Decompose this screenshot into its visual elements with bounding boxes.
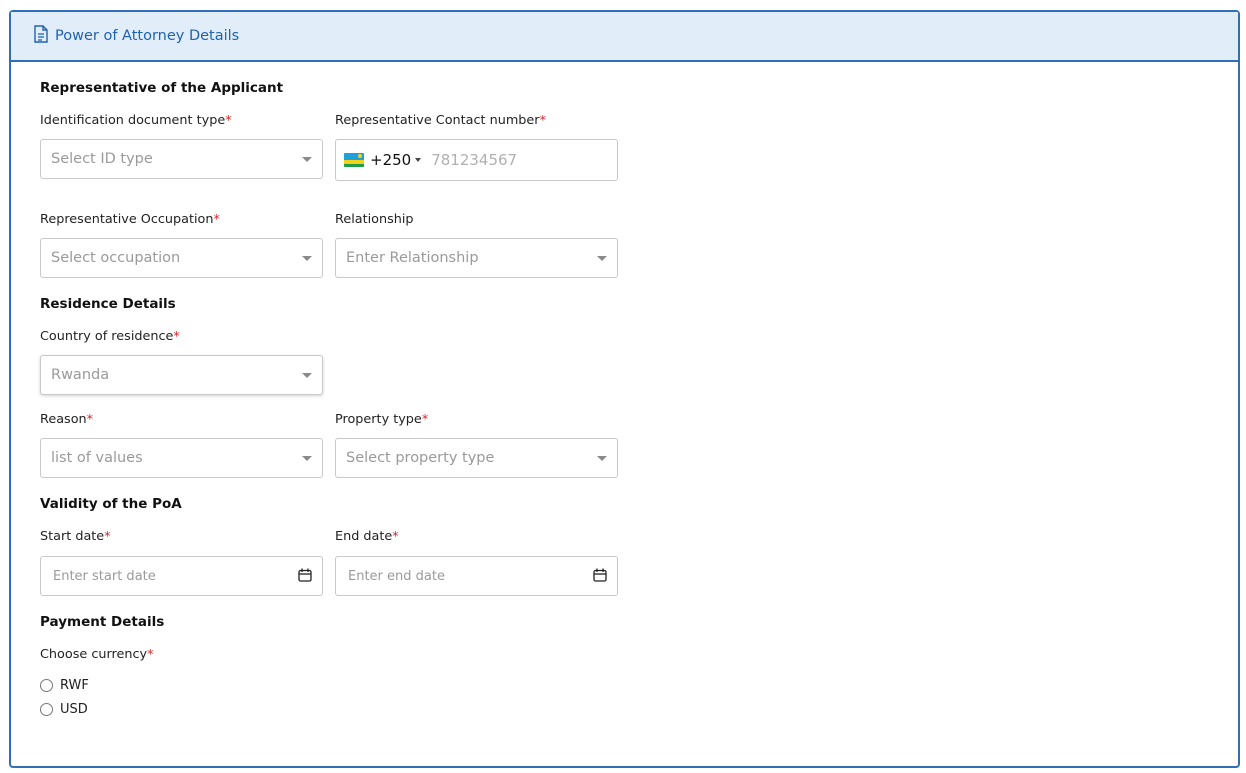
property-type-select[interactable]: Select property type [335,438,618,478]
section-title-validity: Validity of the PoA [40,496,182,512]
contact-label: Representative Contact number* [335,113,546,128]
relationship-placeholder: Enter Relationship [346,250,479,266]
reason-placeholder: list of values [51,450,143,466]
reason-select[interactable]: list of values [40,438,323,478]
occupation-placeholder: Select occupation [51,250,181,266]
country-select[interactable]: Rwanda [40,355,323,395]
section-title-residence: Residence Details [40,296,176,312]
currency-option-label: USD [60,702,88,717]
radio-button[interactable] [40,679,53,692]
occupation-select[interactable]: Select occupation [40,238,323,278]
property-type-label: Property type* [335,412,429,427]
rwanda-flag-icon[interactable] [344,153,364,167]
currency-label: Choose currency* [40,647,154,662]
chevron-down-icon [597,256,607,261]
relationship-label: Relationship [335,212,414,227]
contact-field[interactable]: +250 781234567 [335,139,618,181]
end-date-input[interactable]: Enter end date [335,556,618,596]
end-date-label: End date* [335,529,399,544]
currency-option-label: RWF [60,678,89,693]
start-date-placeholder: Enter start date [53,568,156,584]
chevron-down-icon [302,373,312,378]
caret-down-icon[interactable] [415,158,422,162]
section-title-representative: Representative of the Applicant [40,80,284,96]
contact-number-input[interactable]: 781234567 [431,151,517,169]
radio-button[interactable] [40,703,53,716]
reason-label: Reason* [40,412,94,427]
chevron-down-icon [302,456,312,461]
id-type-select[interactable]: Select ID type [40,139,323,179]
relationship-select[interactable]: Enter Relationship [335,238,618,278]
country-label: Country of residence* [40,329,180,344]
section-title-payment: Payment Details [40,614,165,630]
currency-option-usd[interactable]: USD [40,702,88,717]
country-value: Rwanda [51,367,110,383]
end-date-placeholder: Enter end date [348,568,445,584]
chevron-down-icon [302,157,312,162]
chevron-down-icon [597,456,607,461]
occupation-label: Representative Occupation* [40,212,220,227]
start-date-label: Start date* [40,529,111,544]
calendar-icon[interactable] [593,568,607,582]
calendar-icon[interactable] [298,568,312,582]
property-type-placeholder: Select property type [346,450,495,466]
country-code[interactable]: +250 [370,151,411,169]
currency-option-rwf[interactable]: RWF [40,678,89,693]
id-type-label: Identification document type* [40,113,232,128]
chevron-down-icon [302,256,312,261]
id-type-placeholder: Select ID type [51,151,153,167]
start-date-input[interactable]: Enter start date [40,556,323,596]
